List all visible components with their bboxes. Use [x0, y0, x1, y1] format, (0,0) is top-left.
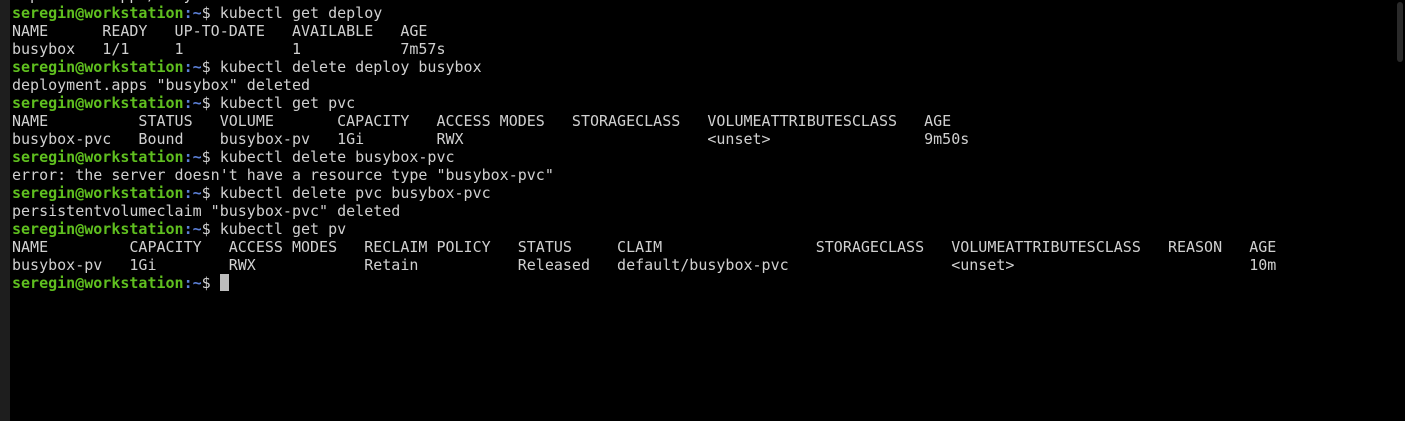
command-text: kubectl delete deploy busybox — [219, 58, 482, 76]
output-line: busybox-pvc Bound busybox-pv 1Gi RWX <un… — [12, 130, 1392, 148]
prompt-path: ~ — [192, 274, 202, 292]
prompt-line: seregin@workstation:~$ — [12, 274, 1392, 292]
prompt-user-host: seregin@workstation — [12, 4, 184, 22]
terminal-window[interactable]: replicaset.apps/busybox-f5774cc9c9 1 1 1… — [0, 0, 1405, 421]
prompt-line: seregin@workstation:~$ kubectl get pv — [12, 220, 1392, 238]
command-text: kubectl get pv — [219, 220, 347, 238]
output-line: NAME CAPACITY ACCESS MODES RECLAIM POLIC… — [12, 238, 1392, 256]
output-line: persistentvolumeclaim "busybox-pvc" dele… — [12, 202, 1392, 220]
prompt-line: seregin@workstation:~$ kubectl delete pv… — [12, 184, 1392, 202]
prompt-separator: : — [183, 94, 193, 112]
prompt-symbol: $ — [201, 4, 220, 22]
prompt-path: ~ — [192, 184, 202, 202]
output-text: NAME STATUS VOLUME CAPACITY ACCESS MODES… — [12, 112, 952, 130]
output-text: error: the server doesn't have a resourc… — [12, 166, 554, 184]
output-line: NAME STATUS VOLUME CAPACITY ACCESS MODES… — [12, 112, 1392, 130]
output-text: busybox-pv 1Gi RWX Retain Released defau… — [12, 256, 1277, 274]
prompt-separator: : — [183, 58, 193, 76]
prompt-user-host: seregin@workstation — [12, 184, 184, 202]
output-line: busybox 1/1 1 1 7m57s — [12, 40, 1392, 58]
prompt-separator: : — [183, 148, 193, 166]
text-cursor[interactable] — [219, 274, 229, 291]
window-edge — [0, 0, 10, 421]
prompt-separator: : — [183, 274, 193, 292]
prompt-user-host: seregin@workstation — [12, 148, 184, 166]
output-line: NAME READY UP-TO-DATE AVAILABLE AGE — [12, 22, 1392, 40]
output-text: busybox-pvc Bound busybox-pv 1Gi RWX <un… — [12, 130, 970, 148]
output-text: persistentvolumeclaim "busybox-pvc" dele… — [12, 202, 401, 220]
command-text: kubectl delete pvc busybox-pvc — [219, 184, 491, 202]
prompt-user-host: seregin@workstation — [12, 220, 184, 238]
prompt-path: ~ — [192, 220, 202, 238]
command-text: kubectl get deploy — [219, 4, 383, 22]
prompt-user-host: seregin@workstation — [12, 274, 184, 292]
prompt-path: ~ — [192, 58, 202, 76]
prompt-line: seregin@workstation:~$ kubectl get pvc — [12, 94, 1392, 112]
prompt-symbol: $ — [201, 94, 220, 112]
output-line: error: the server doesn't have a resourc… — [12, 166, 1392, 184]
prompt-separator: : — [183, 4, 193, 22]
output-line: busybox-pv 1Gi RWX Retain Released defau… — [12, 256, 1392, 274]
command-text: kubectl delete busybox-pvc — [219, 148, 455, 166]
prompt-line: seregin@workstation:~$ kubectl delete de… — [12, 58, 1392, 76]
prompt-line: seregin@workstation:~$ kubectl delete bu… — [12, 148, 1392, 166]
prompt-symbol: $ — [201, 184, 220, 202]
output-text: deployment.apps "busybox" deleted — [12, 76, 311, 94]
prompt-path: ~ — [192, 148, 202, 166]
prompt-path: ~ — [192, 94, 202, 112]
output-text: busybox 1/1 1 1 7m57s — [12, 40, 446, 58]
scrollbar[interactable] — [1393, 0, 1405, 421]
prompt-symbol: $ — [201, 274, 220, 292]
prompt-symbol: $ — [201, 148, 220, 166]
prompt-line: seregin@workstation:~$ kubectl get deplo… — [12, 4, 1392, 22]
prompt-separator: : — [183, 184, 193, 202]
output-text: NAME READY UP-TO-DATE AVAILABLE AGE — [12, 22, 428, 40]
prompt-separator: : — [183, 220, 193, 238]
prompt-user-host: seregin@workstation — [12, 58, 184, 76]
terminal-output[interactable]: replicaset.apps/busybox-f5774cc9c9 1 1 1… — [12, 0, 1392, 292]
scrollbar-thumb[interactable] — [1397, 2, 1403, 62]
prompt-symbol: $ — [201, 220, 220, 238]
command-text: kubectl get pvc — [219, 94, 356, 112]
prompt-symbol: $ — [201, 58, 220, 76]
output-text: NAME CAPACITY ACCESS MODES RECLAIM POLIC… — [12, 238, 1277, 256]
prompt-path: ~ — [192, 4, 202, 22]
output-line: deployment.apps "busybox" deleted — [12, 76, 1392, 94]
prompt-user-host: seregin@workstation — [12, 94, 184, 112]
